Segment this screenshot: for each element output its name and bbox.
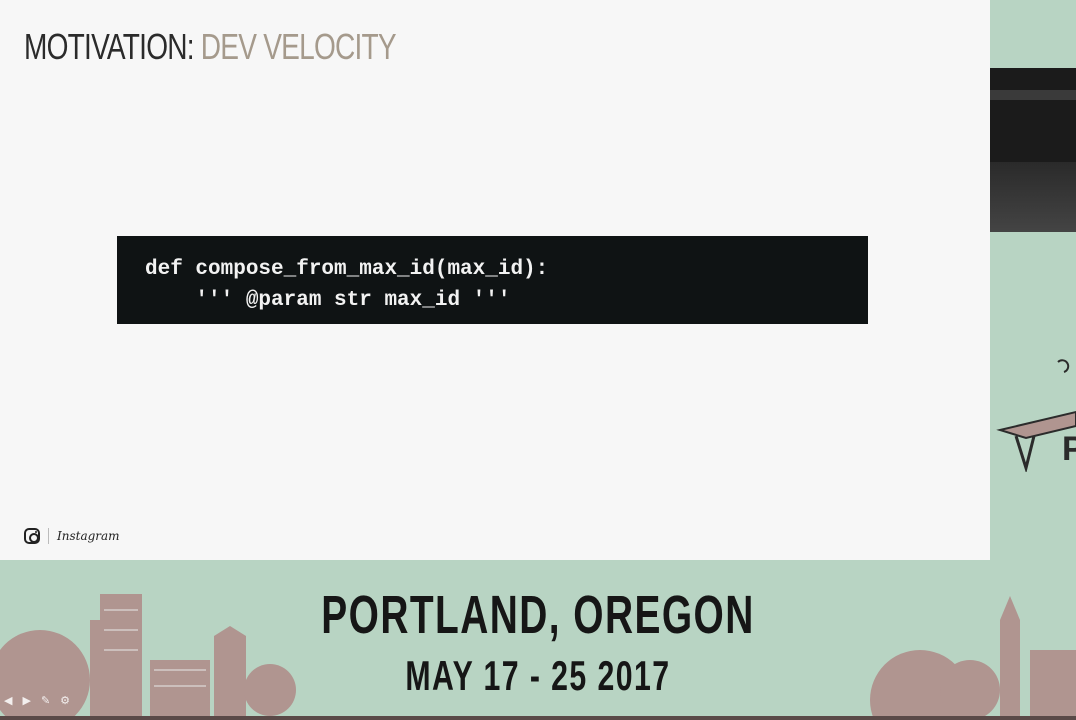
slide-title: MOTIVATION: DEV VELOCITY <box>24 26 397 68</box>
previous-icon[interactable]: ◀ <box>4 694 12 707</box>
settings-icon[interactable]: ⚙ <box>60 694 70 707</box>
code-line-2: ''' @param str max_id ''' <box>145 289 511 312</box>
bottom-strip <box>0 716 1076 720</box>
instagram-icon <box>24 528 40 544</box>
code-line-1: def compose_from_max_id(max_id): <box>145 258 549 281</box>
player-controls[interactable]: ◀ ▶ ✎ ⚙ <box>4 694 70 707</box>
banner-city: PORTLAND, OREGON <box>321 585 755 645</box>
slide-title-prefix: MOTIVATION: <box>24 26 195 67</box>
side-panel-letter: P <box>1062 430 1076 468</box>
code-block: def compose_from_max_id(max_id): ''' @pa… <box>117 236 868 324</box>
side-panel-video <box>990 68 1076 232</box>
slide: MOTIVATION: DEV VELOCITY def compose_fro… <box>0 0 990 560</box>
instagram-wordmark: Instagram <box>57 529 120 543</box>
brand-divider <box>48 528 49 544</box>
brand-footer: Instagram <box>24 528 120 544</box>
pen-icon[interactable]: ✎ <box>41 694 50 707</box>
next-icon[interactable]: ▶ <box>22 694 30 707</box>
slide-title-suffix: DEV VELOCITY <box>193 26 397 67</box>
banner-dates: MAY 17 - 25 2017 <box>405 652 671 699</box>
